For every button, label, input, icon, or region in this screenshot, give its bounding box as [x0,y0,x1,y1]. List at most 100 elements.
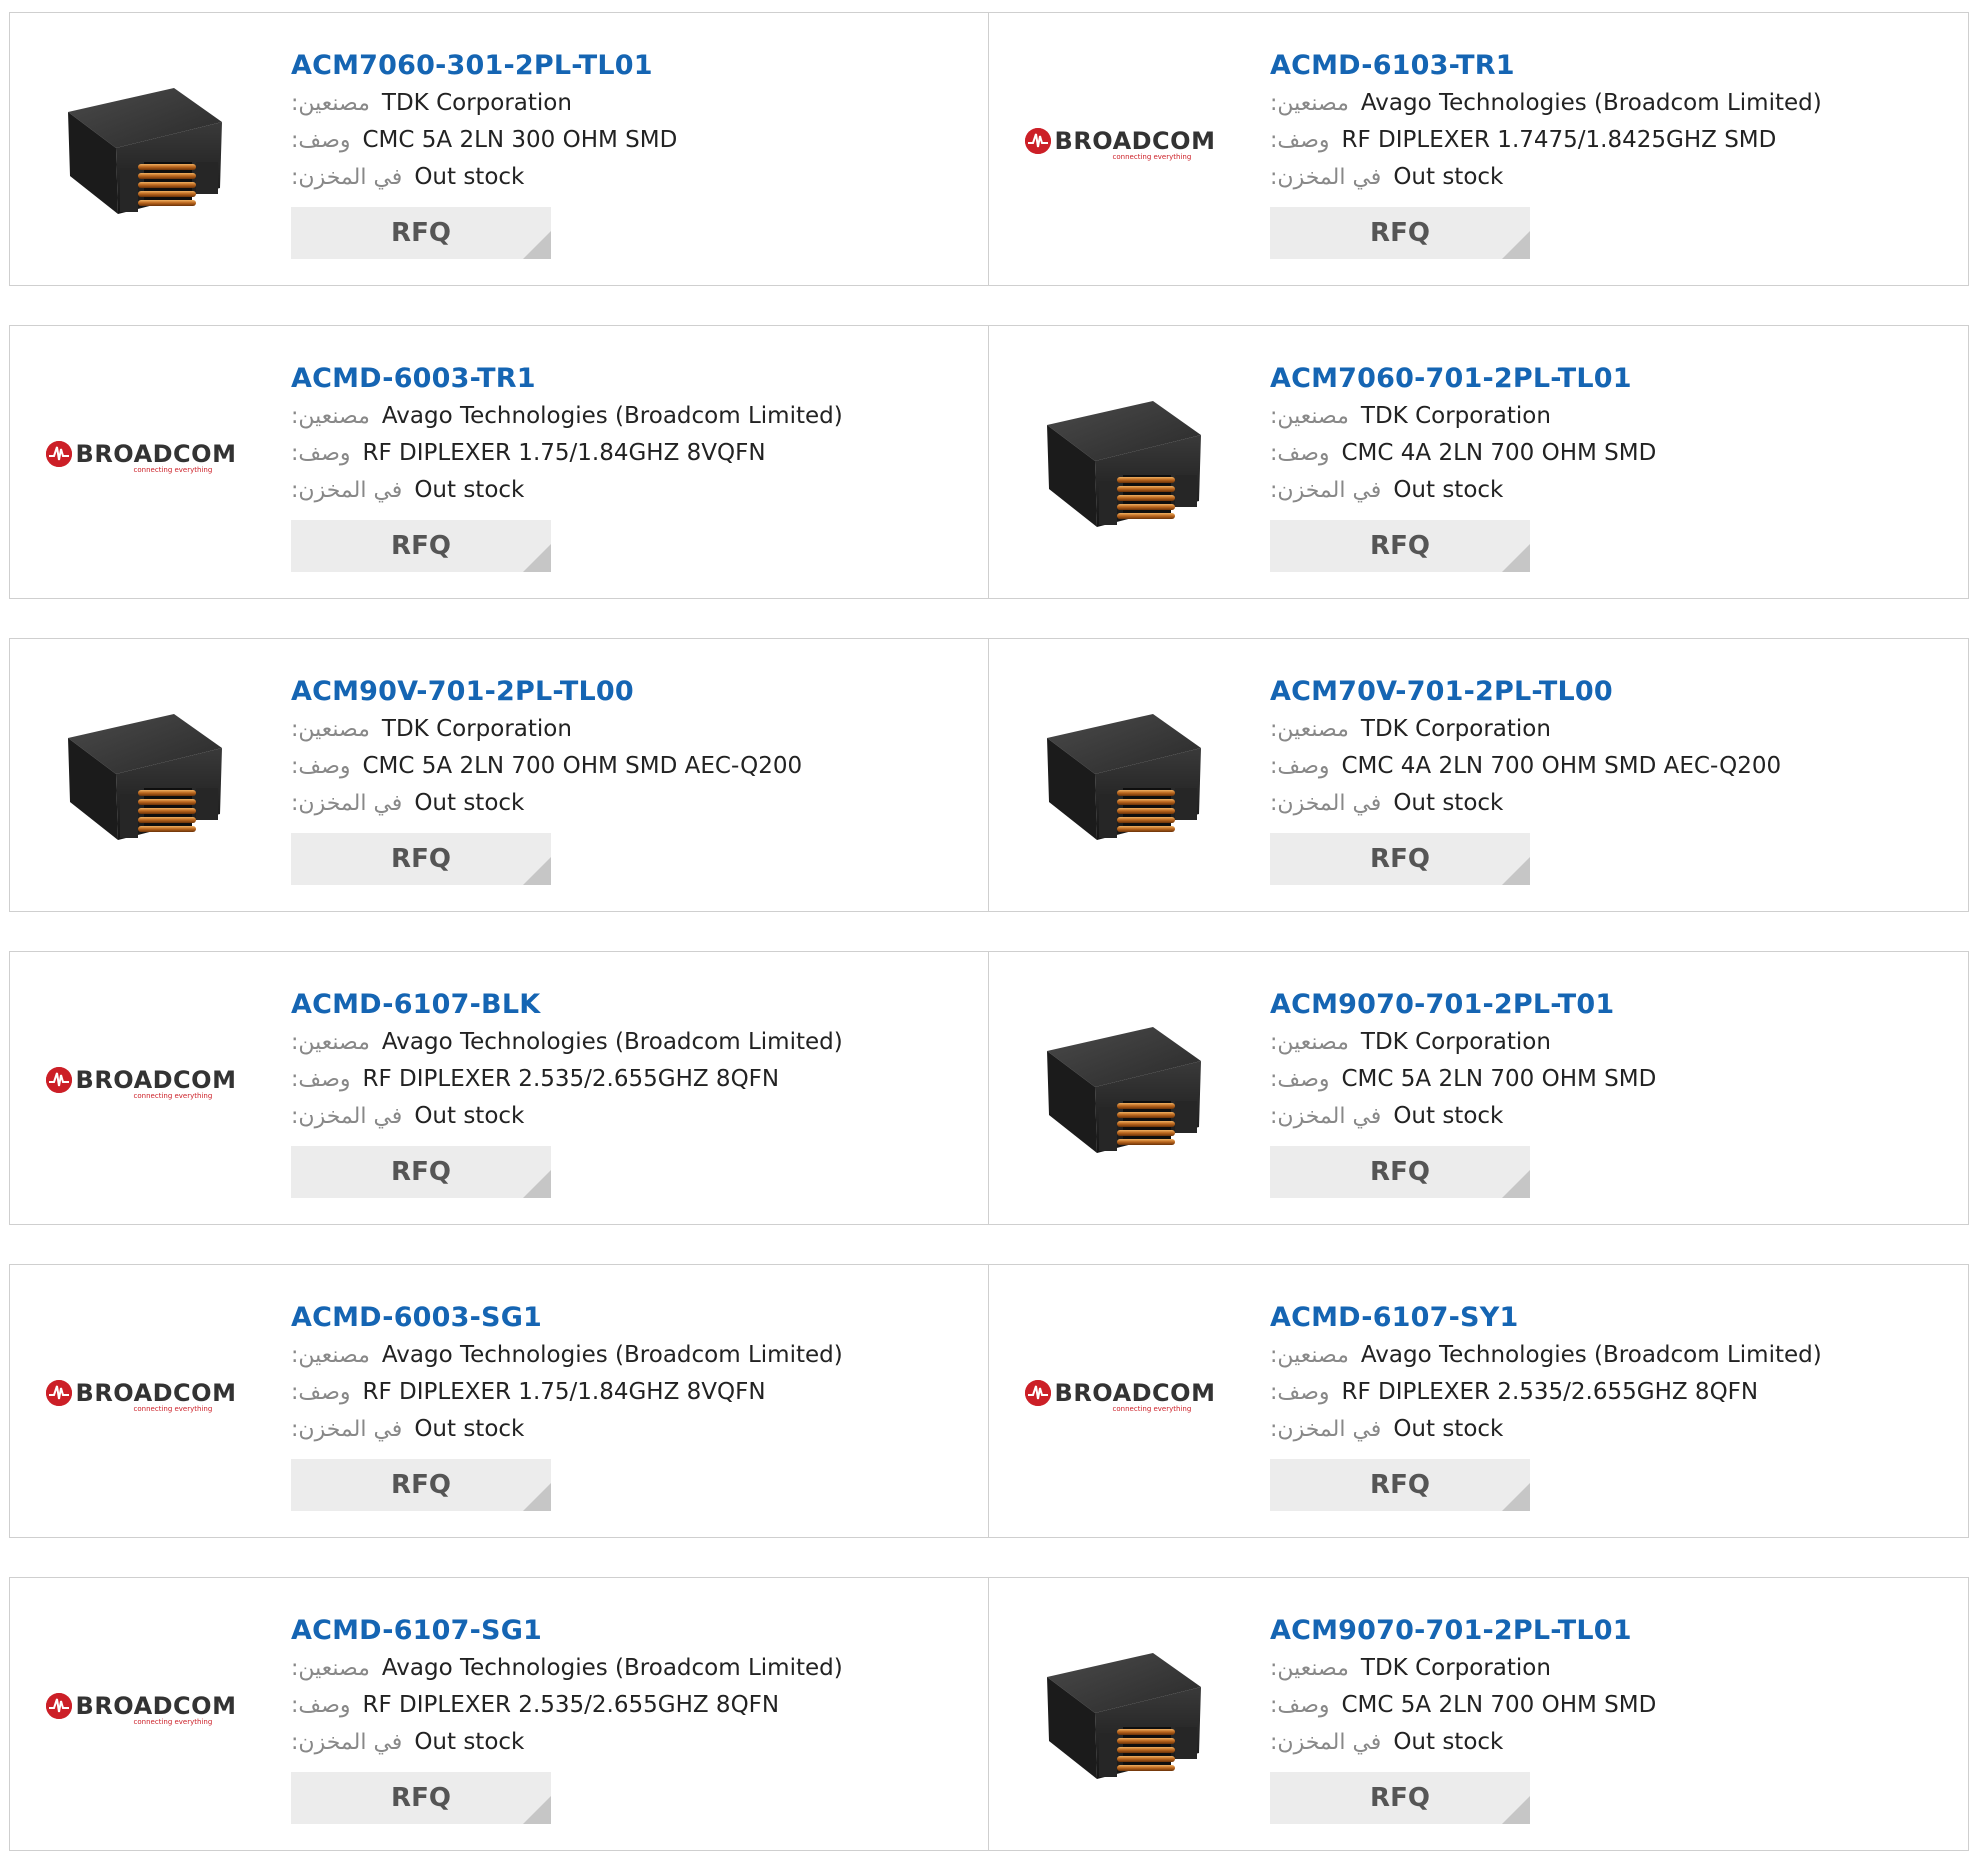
manufacturer-line: :مصنعين Avago Technologies (Broadcom Limi… [1270,85,1930,122]
broadcom-mark-icon [45,441,72,467]
product-thumbnail[interactable] [46,675,236,865]
rfq-button[interactable]: RFQ [1270,1459,1530,1511]
part-number-link[interactable]: ACMD-6003-SG1 [291,1299,951,1337]
product-card: BROADCOM connecting everything ACMD-6107… [10,952,988,1224]
part-number-link[interactable]: ACM9070-701-2PL-T01 [1270,986,1930,1024]
description-line: :وصف CMC 4A 2LN 700 OHM SMD [1270,435,1930,472]
manufacturer-value: Avago Technologies (Broadcom Limited) [381,403,843,429]
product-thumbnail[interactable] [1025,1614,1215,1804]
product-thumbnail[interactable]: BROADCOM connecting everything [45,1614,237,1804]
part-number-link[interactable]: ACMD-6107-SY1 [1270,1299,1930,1337]
product-thumbnail[interactable] [1025,675,1215,865]
manufacturer-line: :مصنعين TDK Corporation [291,711,951,748]
rfq-corner-icon [523,1170,551,1198]
description-line: :وصف RF DIPLEXER 1.7475/1.8425GHZ SMD [1270,122,1930,159]
product-info: ACMD-6103-TR1:مصنعين Avago Technologies (… [1270,47,1930,259]
description-line: :وصف RF DIPLEXER 1.75/1.84GHZ 8VQFN [291,1374,951,1411]
rfq-button[interactable]: RFQ [291,1772,551,1824]
stock-line: :في المخزن Out stock [291,785,951,822]
product-row: BROADCOM connecting everything ACMD-6003… [9,325,1969,599]
stock-value: Out stock [414,1416,525,1442]
product-card: BROADCOM connecting everything ACMD-6003… [10,1265,988,1537]
manufacturer-value: TDK Corporation [381,90,572,116]
product-thumbnail[interactable]: BROADCOM connecting everything [1024,1301,1216,1491]
product-info: ACM9070-701-2PL-T01 :مصنعين TDK Corporatio… [1270,986,1930,1198]
inductor-image [1047,1027,1201,1153]
product-thumbnail[interactable] [1025,362,1215,552]
stock-line: :في المخزن Out stock [291,1724,951,1761]
rfq-label: RFQ [391,1157,451,1187]
part-number-link[interactable]: ACM90V-701-2PL-TL00 [291,673,951,711]
rfq-label: RFQ [1370,531,1430,561]
broadcom-logo: BROADCOM connecting everything [45,440,237,474]
rfq-button[interactable]: RFQ [1270,1146,1530,1198]
stock-value: Out stock [1393,1416,1504,1442]
product-thumbnail[interactable]: BROADCOM connecting everything [1024,49,1215,239]
part-number-link[interactable]: ACM9070-701-2PL-TL01 [1270,1612,1930,1650]
broadcom-mark-icon [45,1067,72,1093]
product-thumbnail[interactable] [46,49,236,239]
stock-value: Out stock [414,1103,525,1129]
part-number-link[interactable]: ACM70V-701-2PL-TL00 [1270,673,1930,711]
description-value: CMC 4A 2LN 700 OHM SMD [1341,440,1657,466]
manufacturer-line: :مصنعين TDK Corporation [1270,711,1930,748]
rfq-label: RFQ [1370,1157,1430,1187]
description-label: :وصف [291,1693,351,1718]
manufacturer-line: :مصنعين TDK Corporation [1270,1650,1930,1687]
description-label: :وصف [291,754,351,779]
part-number-link[interactable]: ACMD-6107-BLK [291,986,951,1024]
part-number-link[interactable]: ACM7060-701-2PL-TL01 [1270,360,1930,398]
product-thumbnail[interactable]: BROADCOM connecting everything [45,362,237,552]
rfq-button[interactable]: RFQ [1270,520,1530,572]
product-thumbnail[interactable] [1025,988,1215,1178]
manufacturer-line: :مصنعين Avago Technologies (Broadcom Limi… [291,1650,951,1687]
stock-value: Out stock [1393,1103,1504,1129]
rfq-button[interactable]: RFQ [291,520,551,572]
stock-line: :في المخزن Out stock [1270,785,1930,822]
product-thumbnail[interactable]: BROADCOM connecting everything [45,1301,237,1491]
product-thumbnail[interactable]: BROADCOM connecting everything [45,988,237,1178]
product-info: ACMD-6107-SY1:مصنعين Avago Technologies (… [1270,1299,1930,1511]
part-number-link[interactable]: ACM7060-301-2PL-TL01 [291,47,951,85]
product-row: ACM7060-301-2PL-TL01 :مصنعين TDK Corporati… [9,12,1969,286]
rfq-button[interactable]: RFQ [291,833,551,885]
description-value: CMC 5A 2LN 700 OHM SMD AEC-Q200 [362,753,803,779]
rfq-label: RFQ [391,218,451,248]
description-value: CMC 5A 2LN 700 OHM SMD [1341,1066,1657,1092]
stock-label: :في المخزن [291,165,403,190]
rfq-button[interactable]: RFQ [291,207,551,259]
rfq-button[interactable]: RFQ [291,1146,551,1198]
rfq-corner-icon [1502,1796,1530,1824]
broadcom-tagline: connecting everything [1112,1405,1192,1413]
stock-label: :في المخزن [291,1417,403,1442]
rfq-button[interactable]: RFQ [1270,1772,1530,1824]
broadcom-wordmark: BROADCOM [75,1066,237,1094]
product-row: BROADCOM connecting everything ACMD-6003… [9,1264,1969,1538]
manufacturer-label: :مصنعين [291,1030,370,1055]
manufacturer-label: :مصنعين [1270,1343,1349,1368]
broadcom-wordmark: BROADCOM [75,1379,237,1407]
rfq-button[interactable]: RFQ [291,1459,551,1511]
broadcom-logo: BROADCOM connecting everything [45,1692,237,1726]
product-card: ACM7060-701-2PL-TL01:مصنعين TDK Corporati… [989,326,1967,598]
broadcom-mark-icon [1024,128,1051,154]
part-number-link[interactable]: ACMD-6107-SG1 [291,1612,951,1650]
manufacturer-value: TDK Corporation [1360,1029,1551,1055]
stock-label: :في المخزن [291,1104,403,1129]
manufacturer-label: :مصنعين [1270,1030,1349,1055]
rfq-corner-icon [1502,544,1530,572]
manufacturer-label: :مصنعين [291,91,370,116]
rfq-button[interactable]: RFQ [1270,207,1530,259]
product-info: ACM70V-701-2PL-TL00:مصنعين TDK Corporatio… [1270,673,1930,885]
manufacturer-line: :مصنعين Avago Technologies (Broadcom Limi… [291,1337,951,1374]
manufacturer-value: TDK Corporation [1360,1655,1551,1681]
broadcom-logo: BROADCOM connecting everything [1024,1379,1216,1413]
rfq-corner-icon [1502,1483,1530,1511]
part-number-link[interactable]: ACMD-6103-TR1 [1270,47,1930,85]
stock-label: :في المخزن [1270,478,1382,503]
manufacturer-label: :مصنعين [291,717,370,742]
part-number-link[interactable]: ACMD-6003-TR1 [291,360,951,398]
manufacturer-value: Avago Technologies (Broadcom Limited) [381,1029,843,1055]
inductor-image [68,714,222,840]
rfq-button[interactable]: RFQ [1270,833,1530,885]
